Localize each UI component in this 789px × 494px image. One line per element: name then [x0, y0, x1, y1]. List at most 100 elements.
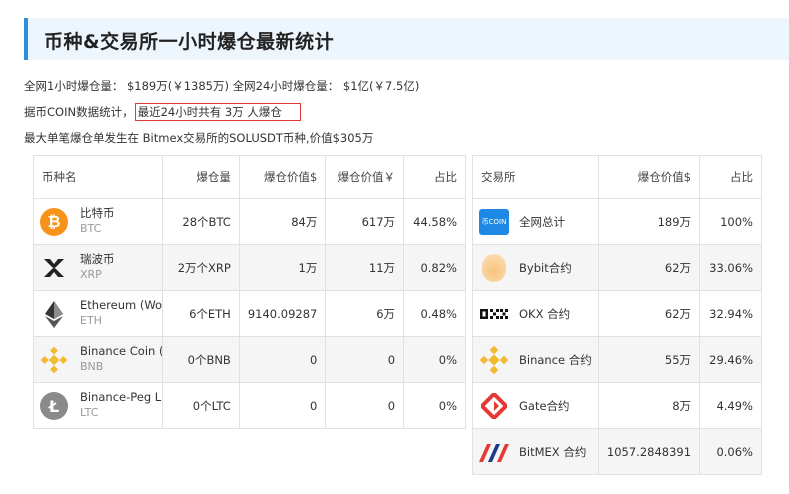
usd-cell: 189万 [597, 198, 701, 245]
usd-cell: 84万 [238, 198, 327, 245]
usd-cell: 8万 [597, 382, 701, 429]
coin-name[interactable]: Binance Coin (V [80, 344, 162, 359]
table-row[interactable]: Gate合约 8万 4.49% [472, 382, 762, 429]
litecoin-icon: Ł [40, 392, 68, 420]
col-header-amount: 爆仓量 [162, 155, 240, 199]
coin-cell[interactable]: ₿ 比特币 BTC [32, 198, 164, 245]
page-header: 币种&交易所一小时爆仓最新统计 [24, 18, 789, 60]
table-row[interactable]: Binance Coin (V BNB 0个BNB 0 0 0% [32, 336, 466, 383]
pct-cell: 29.46% [699, 336, 762, 383]
table-row[interactable]: BitMEX 合约 1057.2848391 0.06% [472, 428, 762, 475]
col-header-usd: 爆仓价值$ [597, 155, 701, 199]
coin-name[interactable]: Ethereum (Wor [80, 298, 162, 313]
col-header-usd: 爆仓价值$ [238, 155, 327, 199]
col-header-pct: 占比 [699, 155, 762, 199]
usd-cell: 9140.09287 [238, 290, 327, 337]
usd-cell: 62万 [597, 290, 701, 337]
usd-cell: 62万 [597, 244, 701, 291]
pct-cell: 100% [699, 198, 762, 245]
ethereum-icon [40, 300, 68, 328]
bitcoin-icon: ₿ [40, 208, 68, 236]
exchange-cell[interactable]: Bybit合约 [472, 244, 599, 291]
coin-cell[interactable]: 瑞波币 XRP [32, 244, 164, 291]
coin-symbol: LTC [80, 406, 99, 419]
table-row[interactable]: 瑞波币 XRP 2万个XRP 1万 11万 0.82% [32, 244, 466, 291]
table-header-row: 币种名 爆仓量 爆仓价值$ 爆仓价值￥ 占比 [32, 155, 466, 199]
col-header-exchange: 交易所 [472, 155, 599, 199]
amount-cell: 0个LTC [162, 382, 240, 429]
col-header-pct: 占比 [403, 155, 466, 199]
cny-cell: 0 [325, 336, 405, 383]
table-row[interactable]: Ethereum (Wor ETH 6个ETH 9140.09287 6万 0.… [32, 290, 466, 337]
coin-cell[interactable]: Binance Coin (V BNB [32, 336, 164, 383]
cny-cell: 617万 [325, 198, 405, 245]
table-row[interactable]: Bybit合约 62万 33.06% [472, 244, 762, 291]
pct-cell: 0% [403, 382, 466, 429]
pct-cell: 0.06% [699, 428, 762, 475]
coin-cell[interactable]: Ethereum (Wor ETH [32, 290, 164, 337]
coin-symbol: ETH [80, 314, 102, 327]
table-row[interactable]: Ł Binance-Peg Lit LTC 0个LTC 0 0 0% [32, 382, 466, 429]
summary-line-1: 全网1小时爆仓量： $189万(￥1385万) 全网24小时爆仓量： $1亿(￥… [24, 79, 420, 93]
gate-icon [479, 392, 509, 420]
usd-cell: 1057.2848391 [597, 428, 701, 475]
pct-cell: 44.58% [403, 198, 466, 245]
exchange-name[interactable]: OKX 合约 [519, 306, 570, 322]
table-row[interactable]: 币COIN 全网总计 189万 100% [472, 198, 762, 245]
exchange-name[interactable]: 全网总计 [519, 214, 565, 230]
coin-cell[interactable]: Ł Binance-Peg Lit LTC [32, 382, 164, 429]
amount-cell: 6个ETH [162, 290, 240, 337]
cny-cell: 6万 [325, 290, 405, 337]
usd-cell: 55万 [597, 336, 701, 383]
usd-cell: 1万 [238, 244, 327, 291]
exchange-cell[interactable]: Gate合约 [472, 382, 599, 429]
bnb-icon [40, 346, 68, 374]
summary-line-3: 最大单笔爆仓单发生在 Bitmex交易所的SOLUSDT币种,价值$305万 [24, 131, 374, 145]
cny-cell: 0 [325, 382, 405, 429]
exchange-cell[interactable]: Binance 合约 [472, 336, 599, 383]
amount-cell: 0个BNB [162, 336, 240, 383]
coin-name[interactable]: 比特币 [80, 206, 162, 221]
exchange-cell[interactable]: OKX 合约 [472, 290, 599, 337]
pct-cell: 0.48% [403, 290, 466, 337]
pct-cell: 32.94% [699, 290, 762, 337]
binance-icon [479, 345, 509, 375]
coin-symbol: BNB [80, 360, 104, 373]
exchange-name[interactable]: Bybit合约 [519, 260, 572, 276]
coin-name[interactable]: Binance-Peg Lit [80, 390, 162, 405]
col-header-coin: 币种名 [32, 155, 164, 199]
summary-line-2: 据币COIN数据统计， 最近24小时共有 3万 人爆仓 [24, 103, 301, 121]
pct-cell: 0.82% [403, 244, 466, 291]
amount-cell: 28个BTC [162, 198, 240, 245]
table-row[interactable]: Binance 合约 55万 29.46% [472, 336, 762, 383]
exchange-cell[interactable]: 币COIN 全网总计 [472, 198, 599, 245]
usd-cell: 0 [238, 336, 327, 383]
summary-24h-count: 最近24小时共有 3万 人爆仓 [134, 103, 301, 121]
pct-cell: 0% [403, 336, 466, 383]
cny-cell: 11万 [325, 244, 405, 291]
table-row[interactable]: ₿ 比特币 BTC 28个BTC 84万 617万 44.58% [32, 198, 466, 245]
exchange-name[interactable]: Gate合约 [519, 398, 570, 414]
xrp-icon [40, 254, 68, 282]
coin-liquidation-table: 币种名 爆仓量 爆仓价值$ 爆仓价值￥ 占比 ₿ 比特币 BTC 28个BTC … [32, 155, 466, 429]
exchange-name[interactable]: BitMEX 合约 [519, 444, 586, 460]
coin-symbol: BTC [80, 222, 102, 235]
pct-cell: 33.06% [699, 244, 762, 291]
exchange-liquidation-table: 交易所 爆仓价值$ 占比 币COIN 全网总计 189万 100% Bybit合… [472, 155, 762, 475]
page-title: 币种&交易所一小时爆仓最新统计 [44, 31, 335, 53]
col-header-cny: 爆仓价值￥ [325, 155, 405, 199]
bybit-icon [479, 254, 509, 282]
pct-cell: 4.49% [699, 382, 762, 429]
bitmex-icon [479, 438, 509, 466]
table-row[interactable]: OKX 合约 62万 32.94% [472, 290, 762, 337]
okx-icon [479, 300, 509, 328]
coin-name[interactable]: 瑞波币 [80, 252, 162, 267]
amount-cell: 2万个XRP [162, 244, 240, 291]
coin-symbol: XRP [80, 268, 102, 281]
summary-source: 据币COIN数据统计， [24, 105, 134, 119]
exchange-cell[interactable]: BitMEX 合约 [472, 428, 599, 475]
table-header-row: 交易所 爆仓价值$ 占比 [472, 155, 762, 199]
usd-cell: 0 [238, 382, 327, 429]
bicoin-logo-icon: 币COIN [479, 208, 509, 236]
exchange-name[interactable]: Binance 合约 [519, 352, 592, 368]
